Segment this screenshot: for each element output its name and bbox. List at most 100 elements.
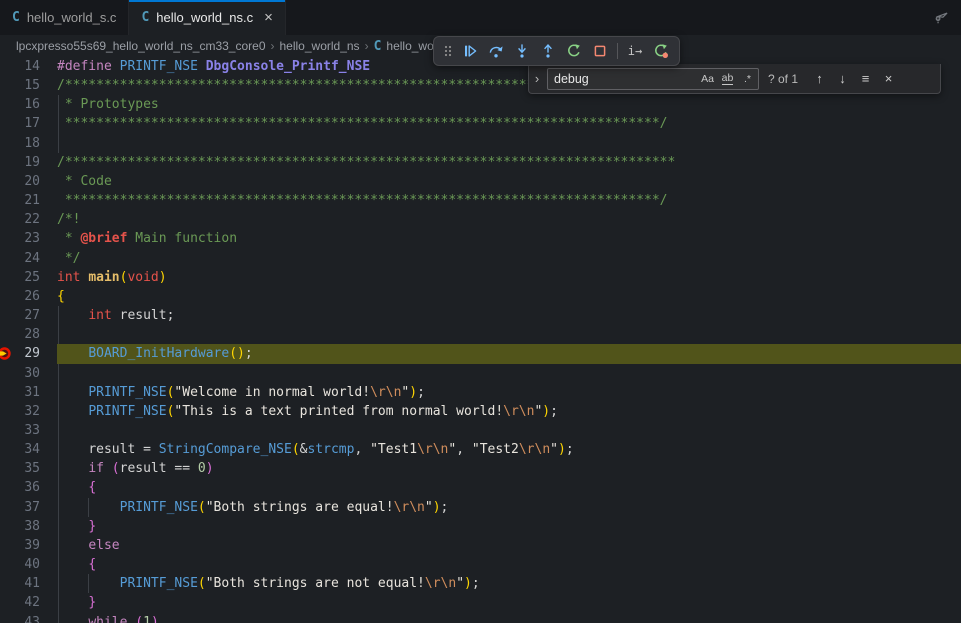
breadcrumb-folder[interactable]: hello_world_ns [280, 39, 360, 53]
line-number[interactable]: 41 [0, 574, 57, 593]
code-line-text[interactable]: * @brief Main function [57, 229, 961, 248]
code-line[interactable]: 41 PRINTF_NSE("Both strings are not equa… [0, 574, 961, 593]
code-line-text[interactable]: ****************************************… [57, 191, 961, 210]
code-line-text[interactable]: else [57, 536, 961, 555]
line-number[interactable]: 31 [0, 383, 57, 402]
code-line[interactable]: 16 * Prototypes [0, 95, 961, 114]
code-line[interactable]: 38 } [0, 517, 961, 536]
code-line-text[interactable]: } [57, 593, 961, 612]
code-line[interactable]: 24 */ [0, 249, 961, 268]
close-tab-icon[interactable]: × [264, 10, 273, 25]
debug-step-out-button[interactable] [536, 39, 560, 63]
code-line[interactable]: 26{ [0, 287, 961, 306]
code-line-text[interactable]: if (result == 0) [57, 459, 961, 478]
debug-stop-button[interactable] [588, 39, 612, 63]
find-input[interactable] [548, 72, 698, 86]
code-line[interactable]: 36 { [0, 478, 961, 497]
line-number[interactable]: 29 [0, 344, 57, 363]
code-line-text[interactable]: * Code [57, 172, 961, 191]
code-line[interactable]: 35 if (result == 0) [0, 459, 961, 478]
breadcrumb-project[interactable]: lpcxpresso55s69_hello_world_ns_cm33_core… [16, 39, 266, 53]
code-line-text[interactable]: BOARD_InitHardware(); [57, 344, 961, 363]
find-in-selection-button[interactable]: ≡ [855, 68, 876, 89]
line-number[interactable]: 27 [0, 306, 57, 325]
code-line-text[interactable]: result = StringCompare_NSE(&strcmp, "Tes… [57, 440, 961, 459]
code-line-text[interactable]: PRINTF_NSE("Welcome in normal world!\r\n… [57, 383, 961, 402]
code-line[interactable]: 33 [0, 421, 961, 440]
line-number[interactable]: 25 [0, 268, 57, 287]
debug-step-into-button[interactable] [510, 39, 534, 63]
code-line[interactable]: 17 *************************************… [0, 114, 961, 133]
code-line-text[interactable]: while (1) [57, 613, 961, 623]
line-number[interactable]: 22 [0, 210, 57, 229]
code-line-text[interactable]: ****************************************… [57, 114, 961, 133]
line-number[interactable]: 34 [0, 440, 57, 459]
code-line-text[interactable]: { [57, 287, 961, 306]
line-number[interactable]: 19 [0, 153, 57, 172]
code-line[interactable]: 29 BOARD_InitHardware(); [0, 344, 961, 363]
debug-continue-button[interactable] [458, 39, 482, 63]
code-line-text[interactable]: * Prototypes [57, 95, 961, 114]
code-line-text[interactable] [57, 364, 961, 383]
code-line[interactable]: 25int main(void) [0, 268, 961, 287]
code-line[interactable]: 20 * Code [0, 172, 961, 191]
toggle-replace-chevron-icon[interactable]: › [529, 64, 545, 93]
code-line[interactable]: 32 PRINTF_NSE("This is a text printed fr… [0, 402, 961, 421]
line-number[interactable]: 30 [0, 364, 57, 383]
line-number[interactable]: 43 [0, 613, 57, 623]
code-line[interactable]: 27 int result; [0, 306, 961, 325]
code-line[interactable]: 39 else [0, 536, 961, 555]
regex-toggle[interactable]: .* [738, 69, 757, 88]
code-line-text[interactable]: PRINTF_NSE("Both strings are not equal!\… [57, 574, 961, 593]
pin-flag-icon[interactable] [933, 8, 951, 26]
line-number[interactable]: 21 [0, 191, 57, 210]
code-line[interactable]: 37 PRINTF_NSE("Both strings are equal!\r… [0, 498, 961, 517]
code-area[interactable]: 14#define PRINTF_NSE DbgConsole_Printf_N… [0, 57, 961, 623]
code-line[interactable]: 18 [0, 134, 961, 153]
code-line[interactable]: 34 result = StringCompare_NSE(&strcmp, "… [0, 440, 961, 459]
code-line[interactable]: 23 * @brief Main function [0, 229, 961, 248]
line-number[interactable]: 28 [0, 325, 57, 344]
debug-step-instruction-button[interactable]: i→ [623, 39, 647, 63]
code-line-text[interactable]: /*! [57, 210, 961, 229]
tab-hello-world-ns[interactable]: C hello_world_ns.c × [129, 0, 285, 35]
code-line[interactable]: 28 [0, 325, 961, 344]
line-number[interactable]: 35 [0, 459, 57, 478]
find-close-button[interactable]: × [878, 68, 899, 89]
code-line[interactable]: 19/*************************************… [0, 153, 961, 172]
line-number[interactable]: 33 [0, 421, 57, 440]
drag-grip-icon[interactable] [440, 39, 456, 63]
line-number[interactable]: 37 [0, 498, 57, 517]
code-line[interactable]: 30 [0, 364, 961, 383]
line-number[interactable]: 39 [0, 536, 57, 555]
breakpoint-current-line-icon[interactable] [0, 346, 12, 361]
line-number[interactable]: 32 [0, 402, 57, 421]
code-line-text[interactable]: PRINTF_NSE("Both strings are equal!\r\n"… [57, 498, 961, 517]
code-line[interactable]: 42 } [0, 593, 961, 612]
line-number[interactable]: 36 [0, 478, 57, 497]
line-number[interactable]: 24 [0, 249, 57, 268]
code-line-text[interactable]: /***************************************… [57, 153, 961, 172]
code-line-text[interactable]: */ [57, 249, 961, 268]
code-line-text[interactable] [57, 325, 961, 344]
code-line-text[interactable]: { [57, 478, 961, 497]
debug-restart-button[interactable] [562, 39, 586, 63]
match-case-toggle[interactable]: Aa [698, 69, 717, 88]
line-number[interactable]: 20 [0, 172, 57, 191]
line-number[interactable]: 23 [0, 229, 57, 248]
whole-word-toggle[interactable]: ab [718, 69, 737, 88]
line-number[interactable]: 38 [0, 517, 57, 536]
code-line[interactable]: 43 while (1) [0, 613, 961, 623]
code-line-text[interactable]: } [57, 517, 961, 536]
line-number[interactable]: 17 [0, 114, 57, 133]
code-line[interactable]: 21 *************************************… [0, 191, 961, 210]
code-line[interactable]: 31 PRINTF_NSE("Welcome in normal world!\… [0, 383, 961, 402]
code-line[interactable]: 22/*! [0, 210, 961, 229]
code-line-text[interactable]: PRINTF_NSE("This is a text printed from … [57, 402, 961, 421]
code-line-text[interactable] [57, 421, 961, 440]
line-number[interactable]: 42 [0, 593, 57, 612]
line-number[interactable]: 16 [0, 95, 57, 114]
find-next-button[interactable]: ↓ [832, 68, 853, 89]
debug-reset-device-button[interactable] [649, 39, 673, 63]
code-line-text[interactable]: int result; [57, 306, 961, 325]
